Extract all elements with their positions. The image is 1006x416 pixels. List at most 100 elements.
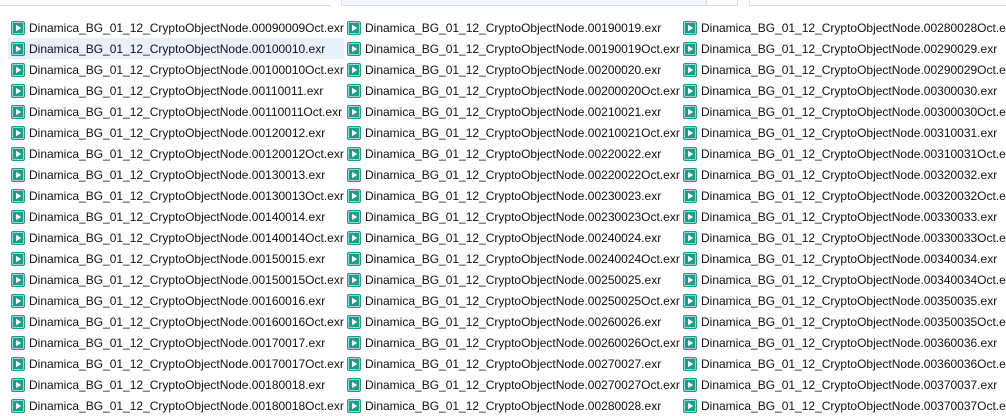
file-item[interactable]: Dinamica_BG_01_12_CryptoObjectNode.00140…: [8, 206, 344, 227]
file-item[interactable]: Dinamica_BG_01_12_CryptoObjectNode.00300…: [680, 80, 1006, 101]
file-name: Dinamica_BG_01_12_CryptoObjectNode.00280…: [365, 398, 662, 413]
search-box-edge[interactable]: [749, 0, 1006, 6]
file-item[interactable]: Dinamica_BG_01_12_CryptoObjectNode.00280…: [680, 17, 1006, 38]
file-item[interactable]: Dinamica_BG_01_12_CryptoObjectNode.00150…: [8, 248, 344, 269]
file-item[interactable]: Dinamica_BG_01_12_CryptoObjectNode.00300…: [680, 101, 1006, 122]
file-item[interactable]: Dinamica_BG_01_12_CryptoObjectNode.00160…: [8, 311, 344, 332]
file-item[interactable]: Dinamica_BG_01_12_CryptoObjectNode.00260…: [344, 332, 680, 353]
file-name: Dinamica_BG_01_12_CryptoObjectNode.00300…: [701, 83, 998, 98]
file-item[interactable]: Dinamica_BG_01_12_CryptoObjectNode.00200…: [344, 59, 680, 80]
file-item[interactable]: Dinamica_BG_01_12_CryptoObjectNode.00260…: [344, 311, 680, 332]
exr-media-file-icon: [10, 314, 26, 330]
top-toolbar-edge: [0, 0, 1006, 7]
file-item[interactable]: Dinamica_BG_01_12_CryptoObjectNode.00120…: [8, 143, 344, 164]
file-item[interactable]: Dinamica_BG_01_12_CryptoObjectNode.00180…: [8, 395, 344, 416]
file-item[interactable]: Dinamica_BG_01_12_CryptoObjectNode.00360…: [680, 332, 1006, 353]
exr-media-file-icon: [10, 209, 26, 225]
file-name: Dinamica_BG_01_12_CryptoObjectNode.00320…: [701, 188, 1006, 203]
file-name: Dinamica_BG_01_12_CryptoObjectNode.00110…: [29, 83, 324, 98]
exr-media-file-icon: [10, 125, 26, 141]
file-item[interactable]: Dinamica_BG_01_12_CryptoObjectNode.00130…: [8, 164, 344, 185]
file-item[interactable]: Dinamica_BG_01_12_CryptoObjectNode.00140…: [8, 227, 344, 248]
file-item[interactable]: Dinamica_BG_01_12_CryptoObjectNode.00330…: [680, 206, 1006, 227]
file-item[interactable]: Dinamica_BG_01_12_CryptoObjectNode.00310…: [680, 122, 1006, 143]
file-item[interactable]: Dinamica_BG_01_12_CryptoObjectNode.00210…: [344, 101, 680, 122]
file-item[interactable]: Dinamica_BG_01_12_CryptoObjectNode.00110…: [8, 101, 344, 122]
file-item[interactable]: Dinamica_BG_01_12_CryptoObjectNode.00360…: [680, 353, 1006, 374]
file-item[interactable]: Dinamica_BG_01_12_CryptoObjectNode.00190…: [344, 38, 680, 59]
file-name: Dinamica_BG_01_12_CryptoObjectNode.00100…: [29, 41, 326, 56]
file-name: Dinamica_BG_01_12_CryptoObjectNode.00220…: [365, 146, 662, 161]
exr-media-file-icon: [682, 104, 698, 120]
exr-media-file-icon: [346, 62, 362, 78]
file-item[interactable]: Dinamica_BG_01_12_CryptoObjectNode.00270…: [344, 374, 680, 395]
file-item[interactable]: Dinamica_BG_01_12_CryptoObjectNode.00180…: [8, 374, 344, 395]
address-bar-edge[interactable]: [341, 0, 707, 6]
file-item[interactable]: Dinamica_BG_01_12_CryptoObjectNode.00220…: [344, 164, 680, 185]
file-item[interactable]: Dinamica_BG_01_12_CryptoObjectNode.00190…: [344, 17, 680, 38]
file-item[interactable]: Dinamica_BG_01_12_CryptoObjectNode.00100…: [8, 59, 344, 80]
exr-media-file-icon: [682, 62, 698, 78]
file-name: Dinamica_BG_01_12_CryptoObjectNode.00370…: [701, 398, 1006, 413]
file-item[interactable]: Dinamica_BG_01_12_CryptoObjectNode.00290…: [680, 59, 1006, 80]
dropdown-button-edge[interactable]: [707, 0, 738, 6]
exr-media-file-icon: [682, 230, 698, 246]
file-item[interactable]: Dinamica_BG_01_12_CryptoObjectNode.00350…: [680, 311, 1006, 332]
file-item[interactable]: Dinamica_BG_01_12_CryptoObjectNode.00110…: [8, 80, 344, 101]
file-item[interactable]: Dinamica_BG_01_12_CryptoObjectNode.00230…: [344, 185, 680, 206]
file-item[interactable]: Dinamica_BG_01_12_CryptoObjectNode.00370…: [680, 374, 1006, 395]
file-name: Dinamica_BG_01_12_CryptoObjectNode.00300…: [701, 104, 1006, 119]
file-name: Dinamica_BG_01_12_CryptoObjectNode.00310…: [701, 125, 998, 140]
exr-media-file-icon: [10, 230, 26, 246]
file-item[interactable]: Dinamica_BG_01_12_CryptoObjectNode.00250…: [344, 269, 680, 290]
file-name: Dinamica_BG_01_12_CryptoObjectNode.00270…: [365, 356, 662, 371]
file-item[interactable]: Dinamica_BG_01_12_CryptoObjectNode.00160…: [8, 290, 344, 311]
file-name: Dinamica_BG_01_12_CryptoObjectNode.00240…: [365, 251, 680, 266]
file-item[interactable]: Dinamica_BG_01_12_CryptoObjectNode.00240…: [344, 227, 680, 248]
file-item[interactable]: Dinamica_BG_01_12_CryptoObjectNode.00340…: [680, 248, 1006, 269]
file-item[interactable]: Dinamica_BG_01_12_CryptoObjectNode.00130…: [8, 185, 344, 206]
exr-media-file-icon: [10, 83, 26, 99]
exr-media-file-icon: [10, 188, 26, 204]
file-item[interactable]: Dinamica_BG_01_12_CryptoObjectNode.00340…: [680, 269, 1006, 290]
file-item[interactable]: Dinamica_BG_01_12_CryptoObjectNode.00120…: [8, 122, 344, 143]
exr-media-file-icon: [346, 125, 362, 141]
exr-media-file-icon: [346, 230, 362, 246]
file-name: Dinamica_BG_01_12_CryptoObjectNode.00350…: [701, 293, 998, 308]
exr-media-file-icon: [682, 167, 698, 183]
file-item[interactable]: Dinamica_BG_01_12_CryptoObjectNode.00170…: [8, 353, 344, 374]
file-item[interactable]: Dinamica_BG_01_12_CryptoObjectNode.00310…: [680, 143, 1006, 164]
file-item[interactable]: Dinamica_BG_01_12_CryptoObjectNode.00250…: [344, 290, 680, 311]
file-item[interactable]: Dinamica_BG_01_12_CryptoObjectNode.00320…: [680, 185, 1006, 206]
file-name: Dinamica_BG_01_12_CryptoObjectNode.00200…: [365, 83, 680, 98]
file-item[interactable]: Dinamica_BG_01_12_CryptoObjectNode.00350…: [680, 290, 1006, 311]
file-name: Dinamica_BG_01_12_CryptoObjectNode.00230…: [365, 188, 662, 203]
file-item[interactable]: Dinamica_BG_01_12_CryptoObjectNode.00290…: [680, 38, 1006, 59]
file-item[interactable]: Dinamica_BG_01_12_CryptoObjectNode.00150…: [8, 269, 344, 290]
file-name: Dinamica_BG_01_12_CryptoObjectNode.00220…: [365, 167, 680, 182]
exr-media-file-icon: [682, 188, 698, 204]
file-item[interactable]: Dinamica_BG_01_12_CryptoObjectNode.00170…: [8, 332, 344, 353]
file-item[interactable]: Dinamica_BG_01_12_CryptoObjectNode.00090…: [8, 17, 344, 38]
file-item[interactable]: Dinamica_BG_01_12_CryptoObjectNode.00230…: [344, 206, 680, 227]
file-item[interactable]: Dinamica_BG_01_12_CryptoObjectNode.00280…: [344, 395, 680, 416]
file-item[interactable]: Dinamica_BG_01_12_CryptoObjectNode.00210…: [344, 122, 680, 143]
file-item[interactable]: Dinamica_BG_01_12_CryptoObjectNode.00370…: [680, 395, 1006, 416]
file-column: Dinamica_BG_01_12_CryptoObjectNode.00190…: [344, 17, 680, 416]
exr-media-file-icon: [10, 356, 26, 372]
file-item[interactable]: Dinamica_BG_01_12_CryptoObjectNode.00240…: [344, 248, 680, 269]
file-item[interactable]: Dinamica_BG_01_12_CryptoObjectNode.00320…: [680, 164, 1006, 185]
exr-media-file-icon: [10, 293, 26, 309]
file-name: Dinamica_BG_01_12_CryptoObjectNode.00160…: [29, 314, 344, 329]
file-name: Dinamica_BG_01_12_CryptoObjectNode.00350…: [701, 314, 1006, 329]
file-item[interactable]: Dinamica_BG_01_12_CryptoObjectNode.00270…: [344, 353, 680, 374]
file-item[interactable]: Dinamica_BG_01_12_CryptoObjectNode.00220…: [344, 143, 680, 164]
exr-media-file-icon: [682, 314, 698, 330]
exr-media-file-icon: [346, 356, 362, 372]
file-name: Dinamica_BG_01_12_CryptoObjectNode.00340…: [701, 251, 998, 266]
file-name: Dinamica_BG_01_12_CryptoObjectNode.00160…: [29, 293, 326, 308]
file-item[interactable]: Dinamica_BG_01_12_CryptoObjectNode.00100…: [8, 38, 344, 59]
file-name: Dinamica_BG_01_12_CryptoObjectNode.00190…: [365, 20, 662, 35]
file-item[interactable]: Dinamica_BG_01_12_CryptoObjectNode.00330…: [680, 227, 1006, 248]
file-item[interactable]: Dinamica_BG_01_12_CryptoObjectNode.00200…: [344, 80, 680, 101]
